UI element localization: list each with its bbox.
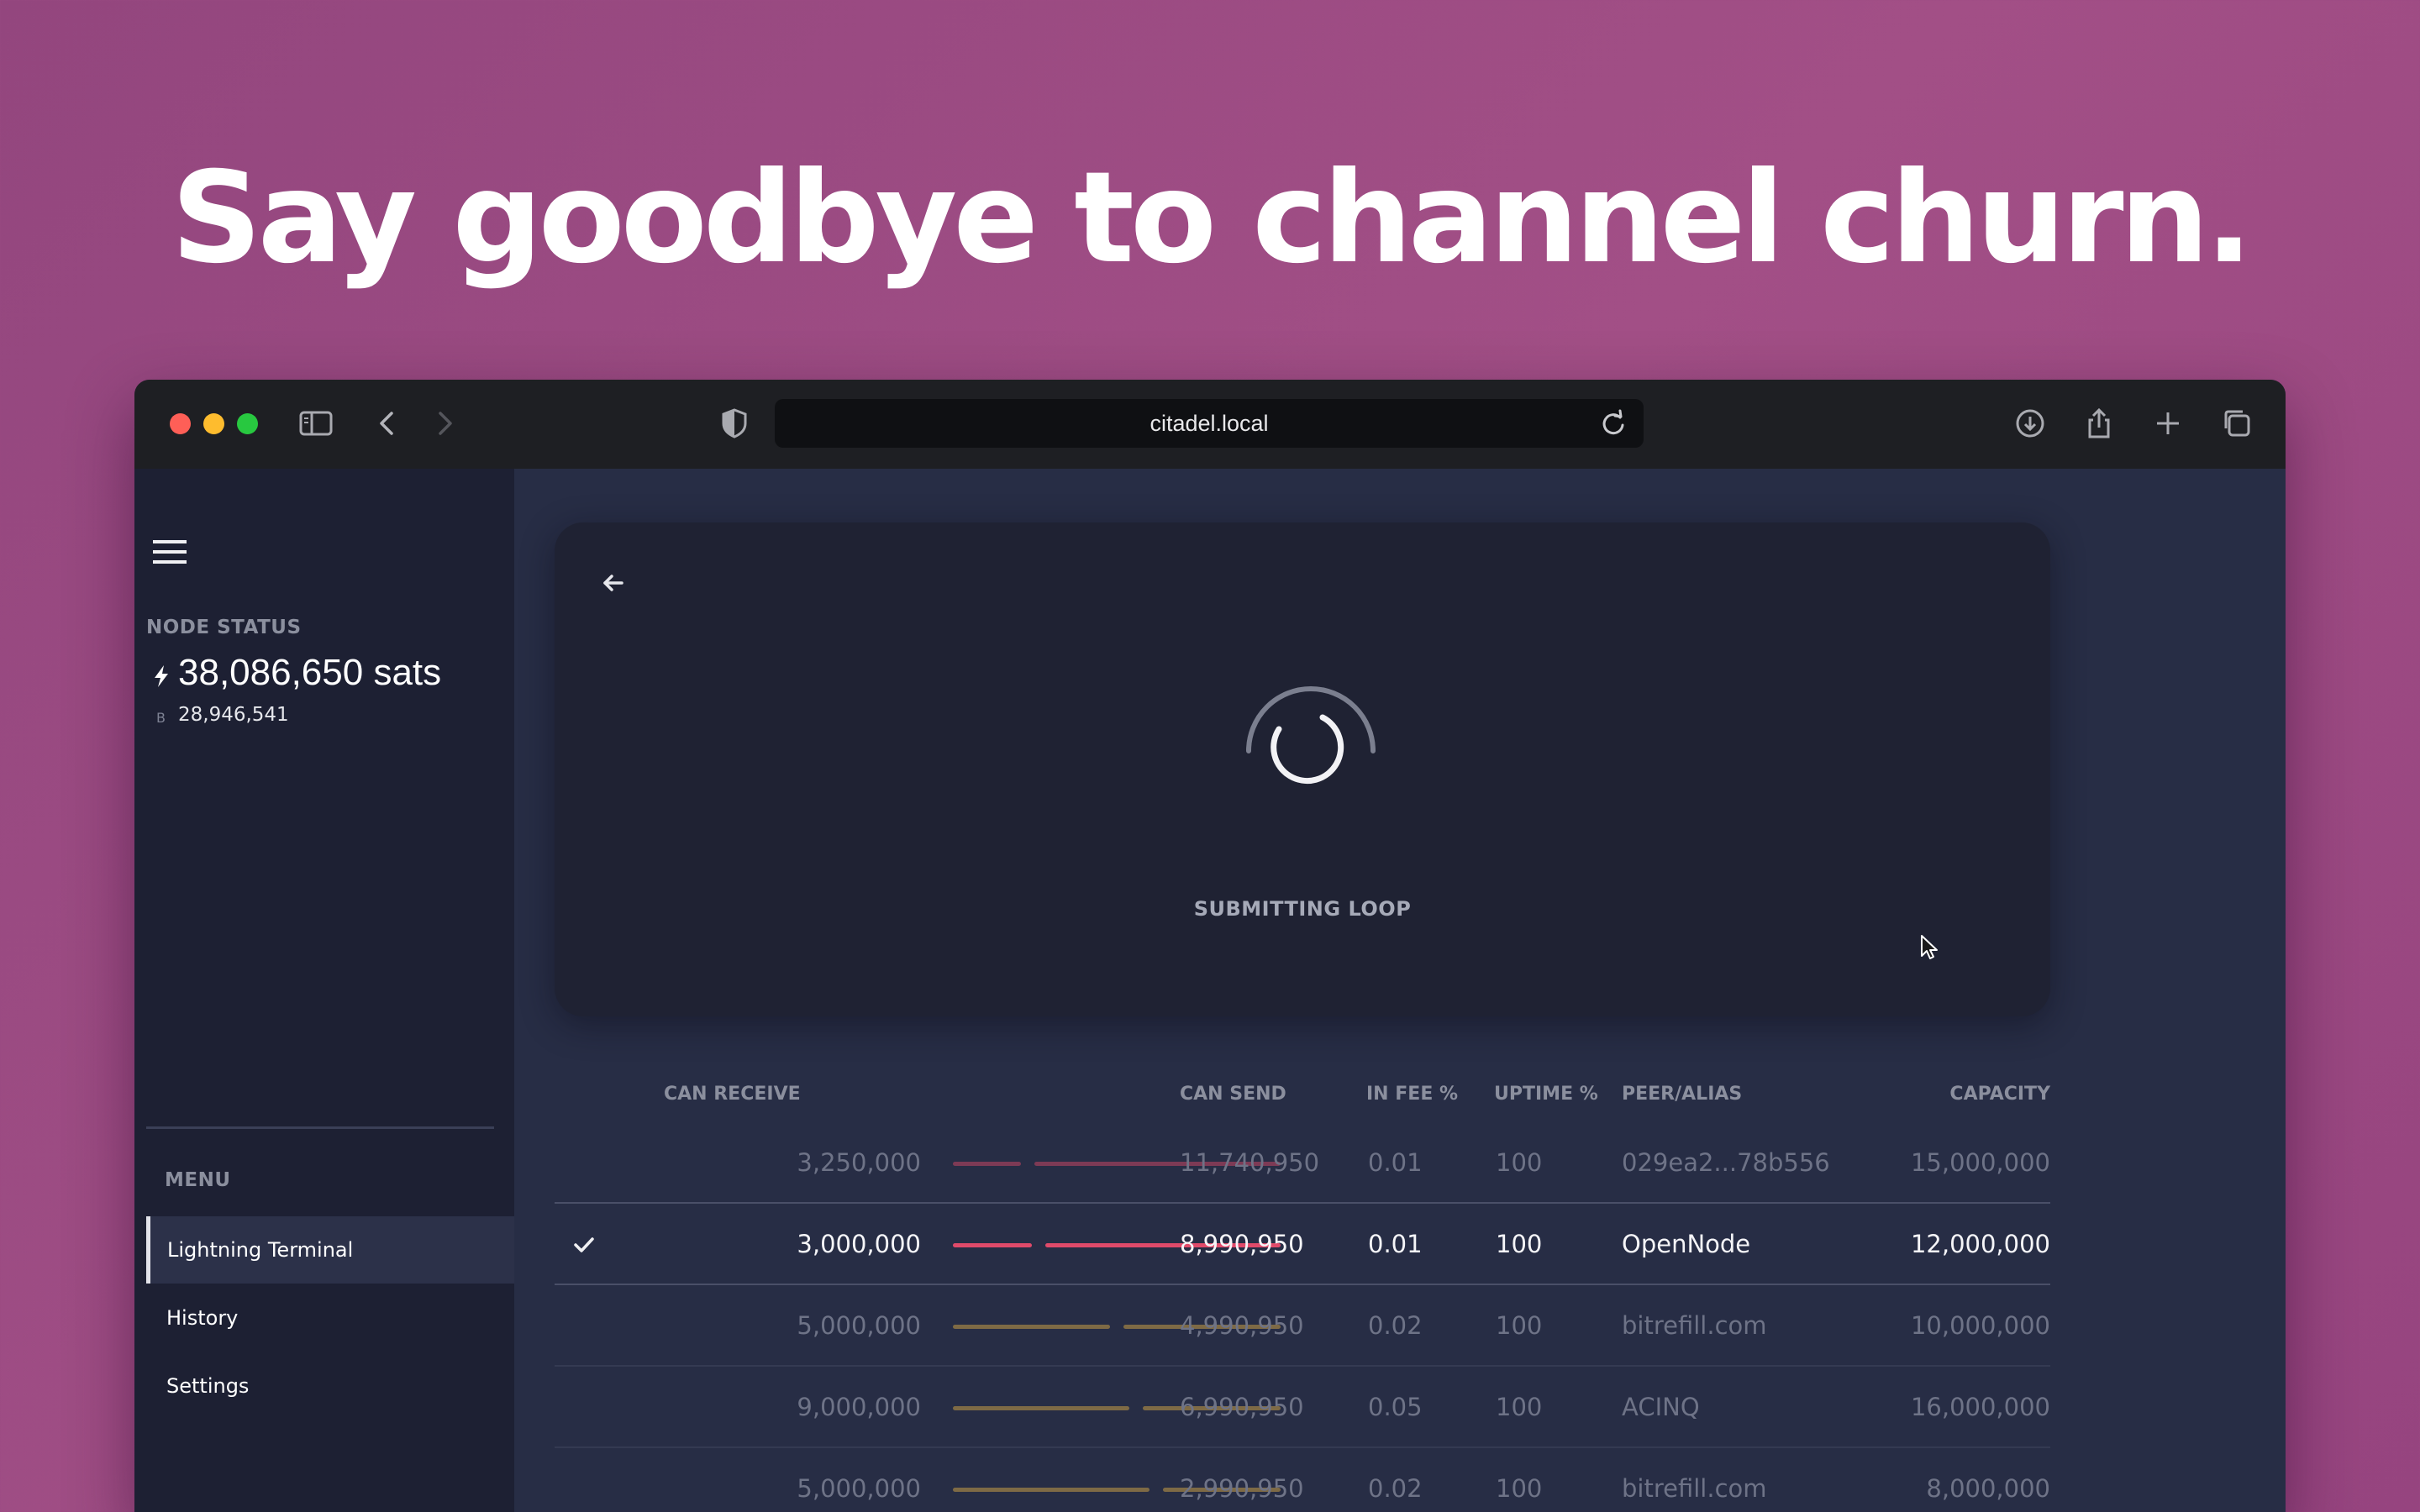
cell-uptime: 100 — [1496, 1148, 1543, 1177]
svg-text:B: B — [156, 710, 166, 726]
cell-peer-alias: bitrefill.com — [1622, 1311, 1767, 1340]
browser-titlebar: citadel.local — [134, 380, 2286, 469]
btc-balance: 28,946,541 — [178, 704, 289, 726]
cell-peer-alias: ACINQ — [1622, 1393, 1700, 1421]
receive-balance-bar — [953, 1325, 1110, 1329]
browser-window: citadel.local NODE STATUS 38,086,650 sat… — [134, 380, 2286, 1512]
cell-uptime: 100 — [1496, 1230, 1543, 1258]
cell-can-receive: 3,000,000 — [797, 1230, 921, 1258]
tab-overview-icon[interactable] — [2218, 405, 2255, 442]
cell-in-fee: 0.01 — [1368, 1230, 1423, 1258]
cell-capacity: 12,000,000 — [1910, 1230, 2050, 1258]
reload-icon[interactable] — [1595, 405, 1632, 442]
receive-balance-bar — [953, 1162, 1021, 1166]
cell-in-fee: 0.05 — [1368, 1393, 1423, 1421]
cell-can-send: 11,740,950 — [1180, 1148, 1320, 1177]
address-bar[interactable]: citadel.local — [775, 399, 1644, 448]
maximize-window-button[interactable] — [237, 413, 258, 434]
sats-balance: 38,086,650 sats — [178, 652, 442, 693]
cell-uptime: 100 — [1496, 1474, 1543, 1503]
mouse-cursor-icon — [1919, 934, 1939, 961]
cell-can-receive: 9,000,000 — [797, 1393, 921, 1421]
downloads-icon[interactable] — [2012, 405, 2049, 442]
loop-status-card: SUBMITTING LOOP — [555, 522, 2050, 1016]
cell-capacity: 16,000,000 — [1910, 1393, 2050, 1421]
header-can-receive[interactable]: CAN RECEIVE — [664, 1084, 801, 1105]
url-text: citadel.local — [1150, 411, 1269, 436]
cell-can-send: 4,990,950 — [1180, 1311, 1304, 1340]
cell-can-send: 6,990,950 — [1180, 1393, 1304, 1421]
headline: Say goodbye to channel churn. — [171, 145, 2254, 291]
cell-uptime: 100 — [1496, 1311, 1543, 1340]
cell-peer-alias: OpenNode — [1622, 1230, 1751, 1258]
header-can-send[interactable]: CAN SEND — [1180, 1084, 1286, 1105]
cell-can-receive: 3,250,000 — [797, 1148, 921, 1177]
forward-nav-icon[interactable] — [425, 405, 462, 442]
share-icon[interactable] — [2081, 405, 2118, 442]
header-uptime[interactable]: UPTIME % — [1494, 1084, 1598, 1105]
cell-peer-alias: bitrefill.com — [1622, 1474, 1767, 1503]
cell-capacity: 10,000,000 — [1910, 1311, 2050, 1340]
hamburger-menu-icon[interactable] — [151, 538, 188, 568]
receive-balance-bar — [953, 1488, 1150, 1492]
table-row[interactable]: 3,000,000 8,990,950 0.01 100 OpenNode 12,000,… — [134, 1204, 2286, 1285]
cell-can-send: 8,990,950 — [1180, 1230, 1304, 1258]
receive-balance-bar — [953, 1406, 1129, 1410]
close-window-button[interactable] — [170, 413, 191, 434]
sidebar-toggle-icon[interactable] — [297, 405, 334, 442]
lightning-bolt-icon — [151, 664, 171, 689]
new-tab-icon[interactable] — [2149, 405, 2186, 442]
table-row[interactable]: 3,250,000 11,740,950 0.01 100 029ea2...78b55… — [134, 1122, 2286, 1204]
back-nav-icon[interactable] — [370, 405, 407, 442]
bitcoin-icon: B — [155, 709, 170, 726]
table-row[interactable]: 5,000,000 2,990,950 0.02 100 bitrefill.com 8,… — [134, 1448, 2286, 1512]
cell-uptime: 100 — [1496, 1393, 1543, 1421]
minimize-window-button[interactable] — [203, 413, 224, 434]
node-status-label: NODE STATUS — [146, 617, 302, 638]
cell-can-send: 2,990,950 — [1180, 1474, 1304, 1503]
loop-status-text: SUBMITTING LOOP — [1193, 897, 1412, 921]
cell-can-receive: 5,000,000 — [797, 1311, 921, 1340]
cell-capacity: 15,000,000 — [1910, 1148, 2050, 1177]
privacy-shield-icon[interactable] — [716, 405, 753, 442]
receive-balance-bar — [953, 1243, 1032, 1247]
header-capacity[interactable]: CAPACITY — [1906, 1084, 2050, 1105]
loading-spinner-icon — [1242, 680, 1380, 806]
header-peer-alias[interactable]: PEER/ALIAS — [1622, 1084, 1742, 1105]
checkmark-icon[interactable] — [571, 1232, 597, 1257]
header-in-fee[interactable]: IN FEE % — [1366, 1084, 1458, 1105]
cell-in-fee: 0.01 — [1368, 1148, 1423, 1177]
table-row[interactable]: 9,000,000 6,990,950 0.05 100 ACINQ 16,000,000 — [134, 1367, 2286, 1448]
table-row[interactable]: 5,000,000 4,990,950 0.02 100 bitrefill.com 10… — [134, 1285, 2286, 1367]
back-arrow-icon[interactable] — [597, 566, 630, 600]
cell-can-receive: 5,000,000 — [797, 1474, 921, 1503]
cell-in-fee: 0.02 — [1368, 1474, 1423, 1503]
cell-capacity: 8,000,000 — [1926, 1474, 2050, 1503]
cell-in-fee: 0.02 — [1368, 1311, 1423, 1340]
